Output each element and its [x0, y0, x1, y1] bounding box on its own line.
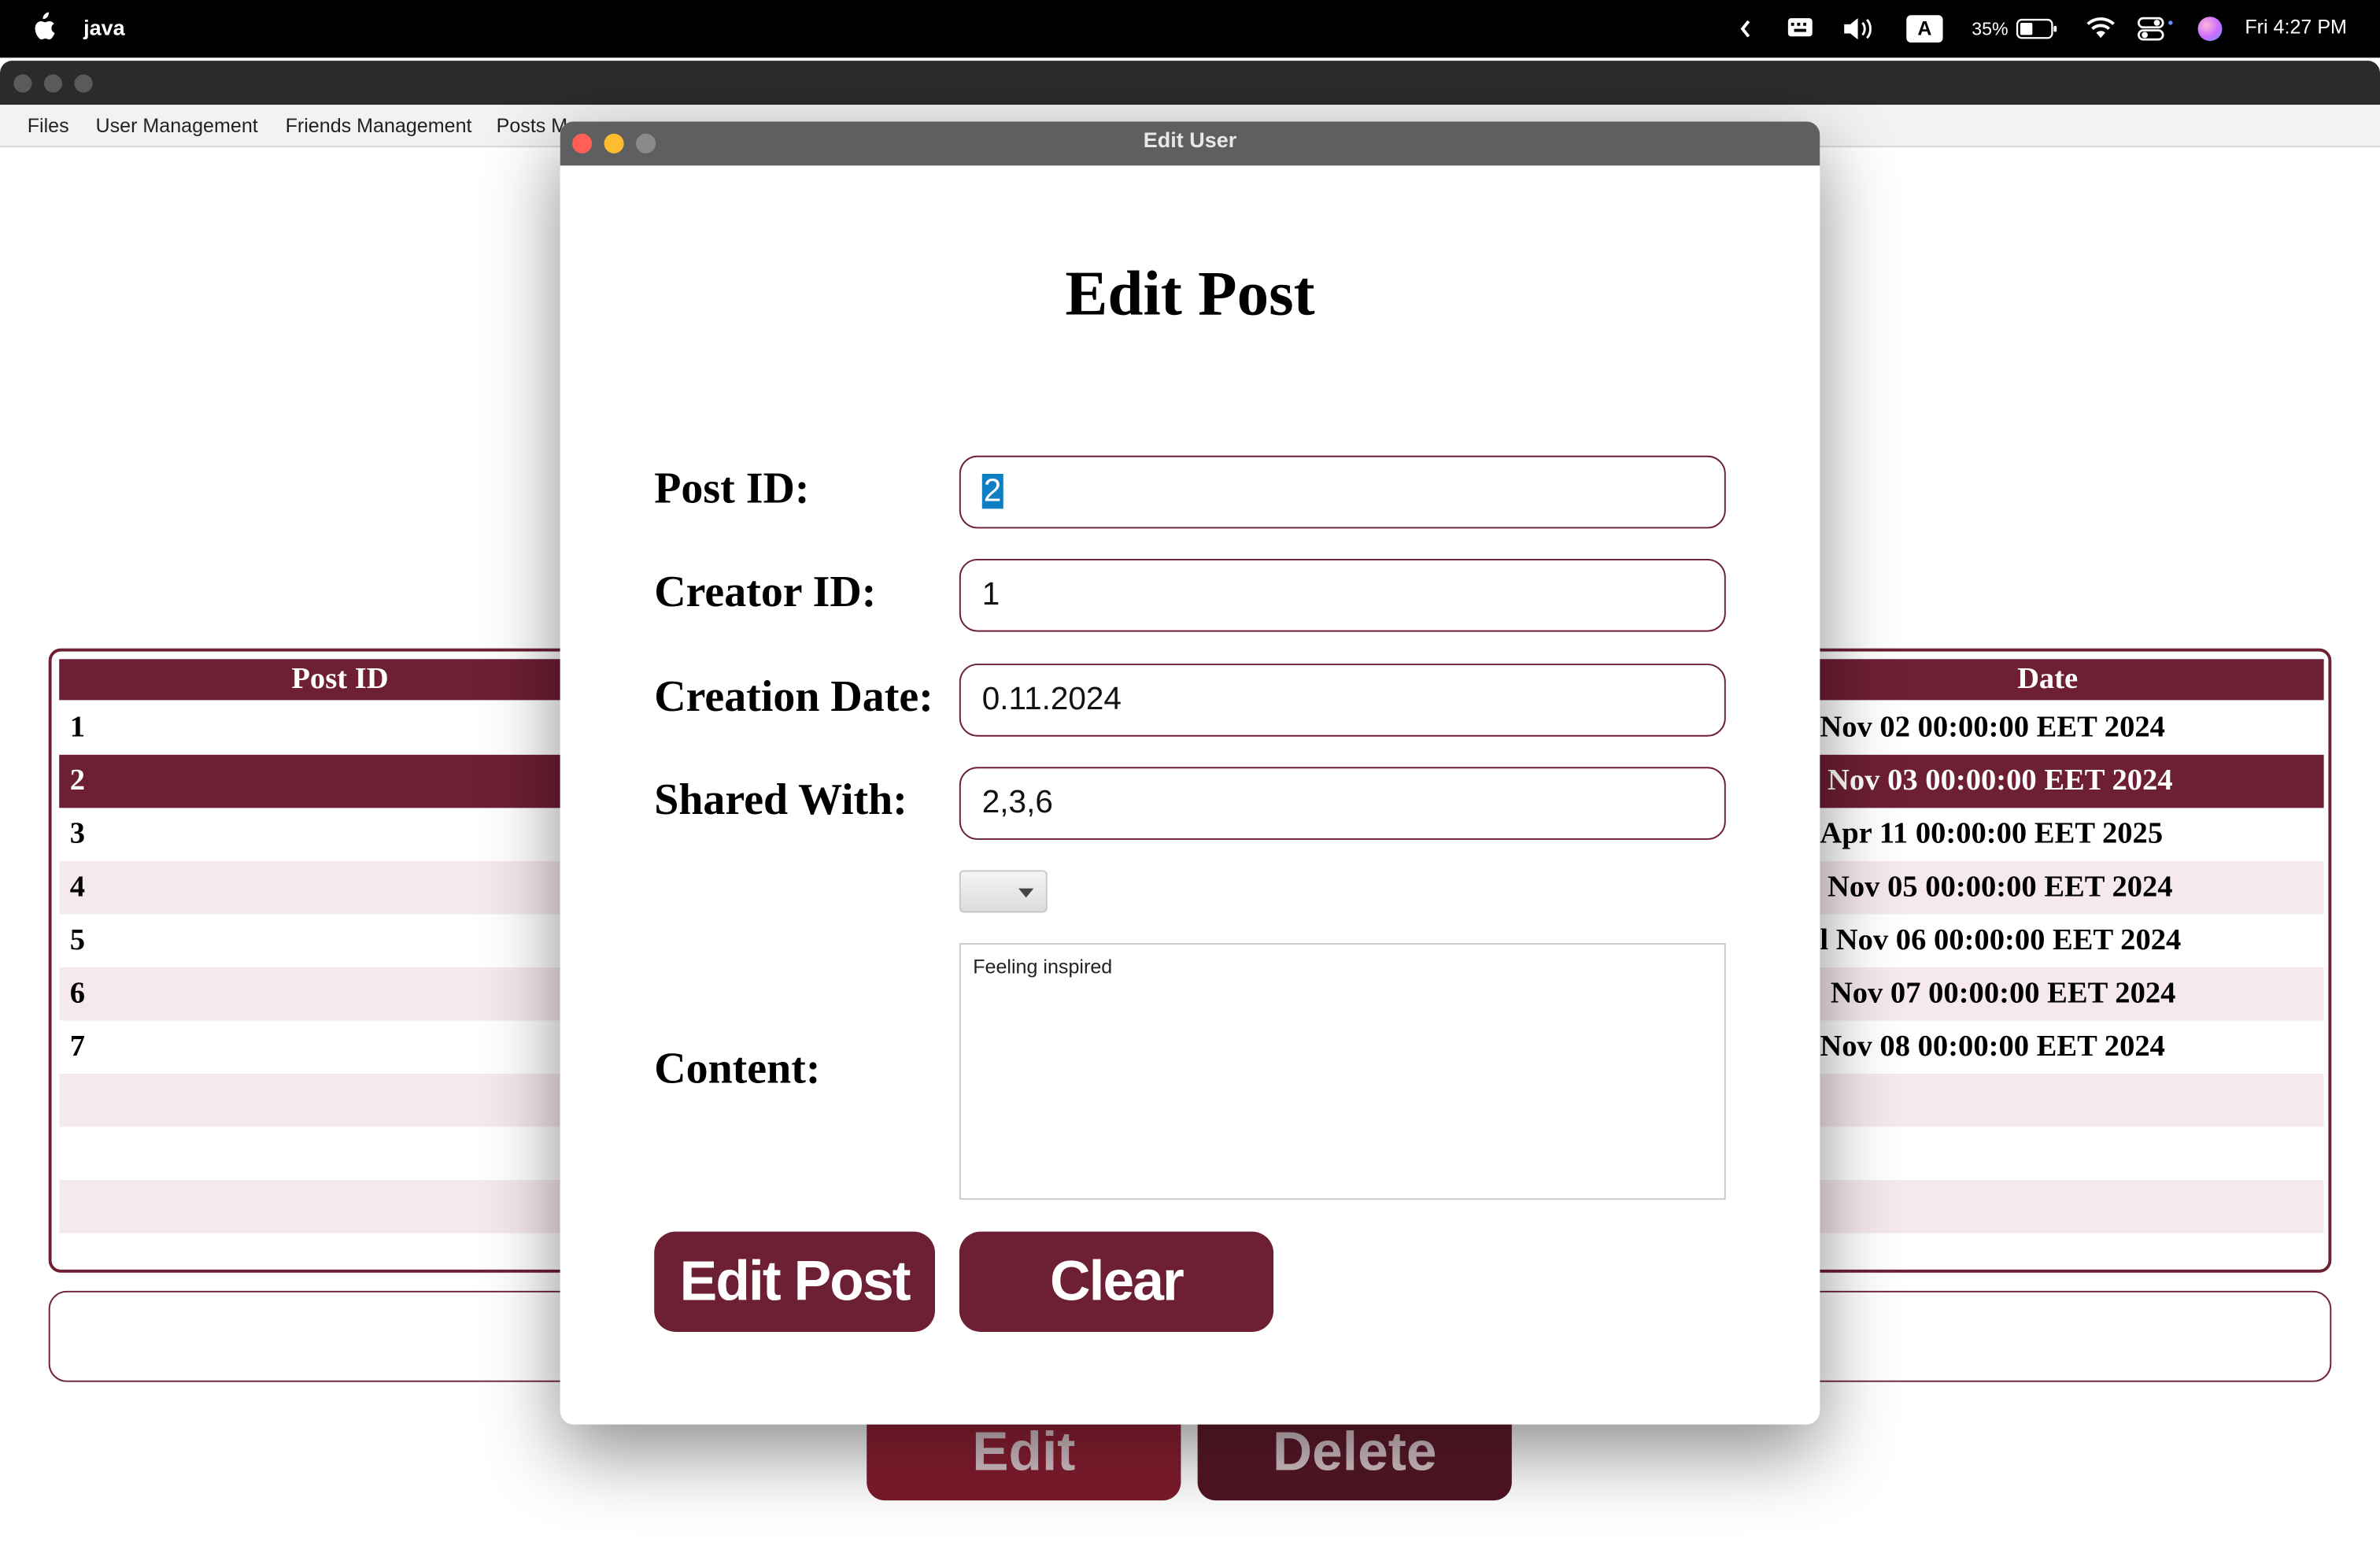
column-header-date[interactable]: Date: [1820, 662, 2275, 697]
cell-post-id: 3: [69, 816, 85, 851]
zoom-window-button[interactable]: [636, 133, 656, 153]
column-header-post-id[interactable]: Post ID: [59, 662, 621, 697]
volume-icon[interactable]: [1842, 17, 1876, 41]
cell-post-id: 1: [69, 710, 85, 745]
cell-post-id: 6: [69, 976, 85, 1010]
shared-with-label: Shared With:: [654, 775, 907, 825]
post-id-field[interactable]: 2: [959, 455, 1726, 529]
cell-date: Nov 05 00:00:00 EET 2024: [1827, 870, 2173, 904]
minimize-button-inactive[interactable]: [43, 74, 63, 93]
cell-post-id: 5: [69, 923, 85, 957]
menu-posts-management[interactable]: Posts M: [497, 114, 568, 137]
battery-percent: 35%: [1972, 18, 2009, 40]
chevron-down-icon: [1018, 888, 1034, 898]
shared-with-field[interactable]: 2,3,6: [959, 767, 1726, 840]
content-label: Content:: [654, 1045, 821, 1094]
creator-id-field[interactable]: 1: [959, 558, 1726, 632]
control-center-icon[interactable]: [2137, 17, 2176, 41]
creation-date-field[interactable]: 0.11.2024: [959, 664, 1726, 737]
close-button-inactive[interactable]: [13, 74, 32, 93]
keyboard-icon[interactable]: [1787, 17, 1814, 38]
chevron-left-icon[interactable]: [1739, 18, 1751, 39]
siri-icon[interactable]: [2197, 17, 2223, 42]
shared-with-dropdown[interactable]: [959, 870, 1048, 913]
minimize-window-button[interactable]: [604, 133, 624, 153]
cell-date: Apr 11 00:00:00 EET 2025: [1820, 816, 2164, 851]
cell-post-id: 7: [69, 1030, 85, 1063]
cell-post-id: 4: [69, 870, 85, 904]
dialog-titlebar: Edit User: [560, 121, 1820, 166]
menu-friends-management[interactable]: Friends Management: [286, 114, 472, 137]
content-textarea[interactable]: Feeling inspired: [959, 943, 1726, 1200]
dialog-heading: Edit Post: [1065, 259, 1315, 330]
creation-date-label: Creation Date:: [654, 672, 933, 722]
menu-user-management[interactable]: User Management: [95, 114, 257, 137]
creator-id-label: Creator ID:: [654, 568, 877, 617]
main-window-titlebar: [0, 61, 2380, 105]
zoom-button-inactive[interactable]: [74, 74, 93, 93]
cell-post-id: 2: [69, 764, 85, 797]
wifi-icon[interactable]: [2086, 17, 2116, 39]
cell-date: Nov 08 00:00:00 EET 2024: [1820, 1030, 2165, 1063]
cell-date: Nov 02 00:00:00 EET 2024: [1820, 710, 2165, 745]
cell-date: Nov 03 00:00:00 EET 2024: [1827, 764, 2173, 797]
menu-files[interactable]: Files: [28, 114, 69, 137]
input-source-indicator[interactable]: A: [1906, 15, 1943, 43]
close-window-button[interactable]: [572, 133, 593, 153]
cell-date: l Nov 06 00:00:00 EET 2024: [1820, 923, 2182, 957]
edit-post-dialog: Edit User Edit Post Post ID: 2 Creator I…: [560, 121, 1820, 1425]
menubar-clock[interactable]: Fri 4:27 PM: [2245, 15, 2347, 38]
post-id-value: 2: [981, 473, 1003, 509]
dialog-window-title: Edit User: [1143, 128, 1237, 152]
battery-icon[interactable]: [2016, 18, 2058, 39]
clear-button[interactable]: Clear: [959, 1231, 1274, 1332]
apple-icon[interactable]: [31, 12, 55, 43]
system-menu-bar: java A 35% Fri 4:27 PM: [0, 0, 2380, 58]
cell-date: Nov 07 00:00:00 EET 2024: [1830, 976, 2176, 1010]
post-id-label: Post ID:: [654, 464, 810, 514]
edit-post-button[interactable]: Edit Post: [654, 1231, 935, 1332]
active-app-name[interactable]: java: [83, 15, 125, 39]
